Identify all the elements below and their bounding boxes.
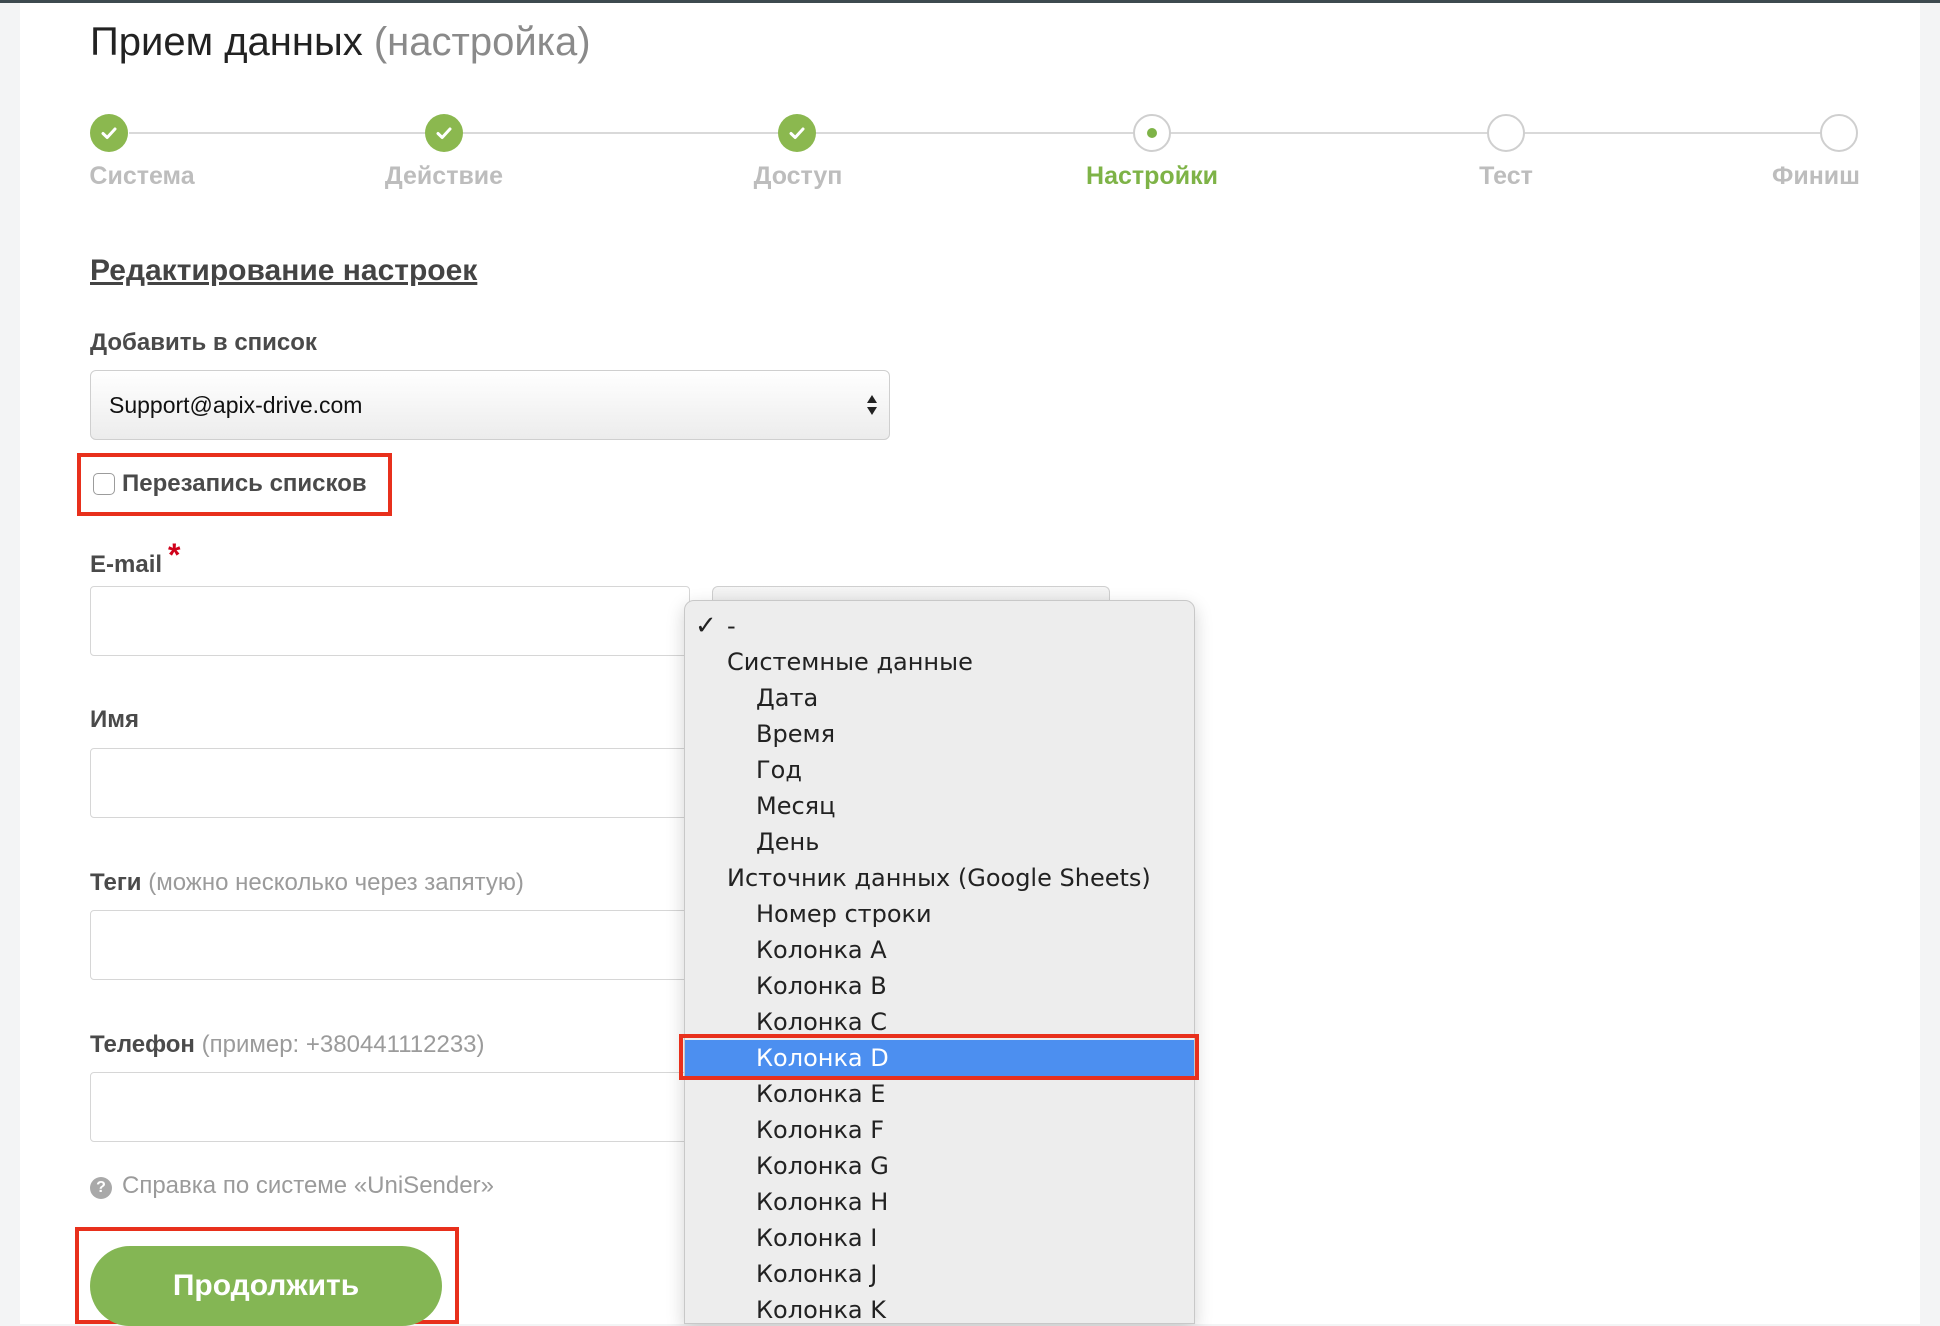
dropdown-option[interactable]: Месяц: [685, 788, 1194, 824]
selected-option-highlight-box: [679, 1034, 1199, 1080]
step-label-action: Действие: [384, 162, 504, 190]
required-mark: *: [168, 537, 181, 573]
step-label-settings: Настройки: [1086, 162, 1218, 190]
dropdown-option[interactable]: Колонка E: [685, 1076, 1194, 1112]
section-title: Редактирование настроек: [90, 254, 478, 287]
dropdown-option-label: Колонка J: [756, 1260, 878, 1288]
step-label-system: Система: [89, 162, 195, 190]
email-label: E-mail *: [90, 537, 180, 580]
page-title-suffix: (настройка): [373, 20, 591, 64]
tags-label-text: Теги: [90, 869, 142, 896]
continue-button[interactable]: Продолжить: [90, 1246, 442, 1326]
dropdown-option[interactable]: Колонка K: [685, 1292, 1194, 1324]
dropdown-option-label: Колонка F: [756, 1116, 885, 1144]
overwrite-checkbox[interactable]: [93, 473, 115, 495]
dropdown-option[interactable]: Номер строки: [685, 896, 1194, 932]
dropdown-option-label: Колонка I: [756, 1224, 878, 1252]
dropdown-option-label: Колонка A: [756, 936, 887, 964]
page-title-main: Прием данных: [90, 20, 363, 64]
step-access-check-icon: [778, 114, 816, 152]
email-label-text: E-mail: [90, 551, 163, 578]
dropdown-option-label: Колонка E: [756, 1080, 886, 1108]
phone-input[interactable]: [90, 1072, 690, 1142]
page-title: Прием данных (настройка): [90, 20, 591, 65]
step-action-check-icon: [425, 114, 463, 152]
dropdown-option-label: Время: [756, 720, 836, 748]
dropdown-option-label: Колонка H: [756, 1188, 889, 1216]
dropdown-option-label: Системные данные: [727, 648, 973, 676]
step-system-check-icon: [90, 114, 128, 152]
select-arrows-icon: [867, 395, 877, 417]
name-label: Имя: [90, 706, 140, 733]
dropdown-option-label: Колонка B: [756, 972, 887, 1000]
dropdown-option[interactable]: Время: [685, 716, 1194, 752]
phone-label: Телефон (пример: +380441112233): [90, 1031, 485, 1059]
dropdown-option[interactable]: Колонка G: [685, 1148, 1194, 1184]
name-input[interactable]: [90, 748, 690, 818]
dropdown-option-label: -: [727, 612, 736, 640]
dropdown-option-label: Колонка G: [756, 1152, 889, 1180]
dropdown-option[interactable]: Колонка F: [685, 1112, 1194, 1148]
help-link[interactable]: Справка по системе «UniSender»: [122, 1172, 494, 1200]
dropdown-option-label: День: [756, 828, 820, 856]
list-label: Добавить в список: [90, 329, 317, 356]
dropdown-option[interactable]: Системные данные: [685, 644, 1194, 680]
dropdown-option-label: Колонка K: [756, 1296, 887, 1324]
list-select[interactable]: Support@apix-drive.com: [90, 370, 890, 440]
dropdown-option[interactable]: День: [685, 824, 1194, 860]
dropdown-option[interactable]: Источник данных (Google Sheets): [685, 860, 1194, 896]
field-dropdown-list[interactable]: ✓ - Системные данные Дата Время Год Месяц День И…: [684, 600, 1195, 1324]
dropdown-option[interactable]: Дата: [685, 680, 1194, 716]
phone-label-text: Телефон: [90, 1031, 195, 1058]
step-label-test: Тест: [1479, 162, 1533, 190]
overwrite-checkbox-label[interactable]: Перезапись списков: [122, 470, 367, 498]
dropdown-option[interactable]: ✓ -: [685, 608, 1194, 644]
dropdown-option-label: Дата: [756, 684, 819, 712]
step-finish-pending-icon: [1820, 114, 1858, 152]
email-input[interactable]: [90, 586, 690, 656]
dropdown-option-label: Месяц: [756, 792, 836, 820]
phone-hint: (пример: +380441112233): [201, 1031, 485, 1058]
stepper-line: [129, 132, 1842, 134]
step-label-access: Доступ: [753, 162, 843, 190]
dropdown-option[interactable]: Колонка H: [685, 1184, 1194, 1220]
dropdown-option[interactable]: Колонка A: [685, 932, 1194, 968]
step-settings-current-icon: [1133, 114, 1171, 152]
tags-label: Теги (можно несколько через запятую): [90, 869, 524, 897]
help-question-icon: ?: [90, 1177, 112, 1199]
checkmark-icon: ✓: [695, 611, 717, 641]
tags-input[interactable]: [90, 910, 690, 980]
dropdown-option[interactable]: Колонка B: [685, 968, 1194, 1004]
list-select-value: Support@apix-drive.com: [109, 392, 363, 418]
dropdown-option[interactable]: Колонка I: [685, 1220, 1194, 1256]
dropdown-option-label: Год: [756, 756, 802, 784]
step-label-finish: Финиш: [1771, 162, 1861, 190]
dropdown-option[interactable]: Колонка J: [685, 1256, 1194, 1292]
dropdown-option[interactable]: Год: [685, 752, 1194, 788]
dropdown-option-label: Источник данных (Google Sheets): [727, 864, 1151, 892]
tags-hint: (можно несколько через запятую): [148, 869, 524, 896]
dropdown-option-label: Номер строки: [756, 900, 932, 928]
step-test-pending-icon: [1487, 114, 1525, 152]
